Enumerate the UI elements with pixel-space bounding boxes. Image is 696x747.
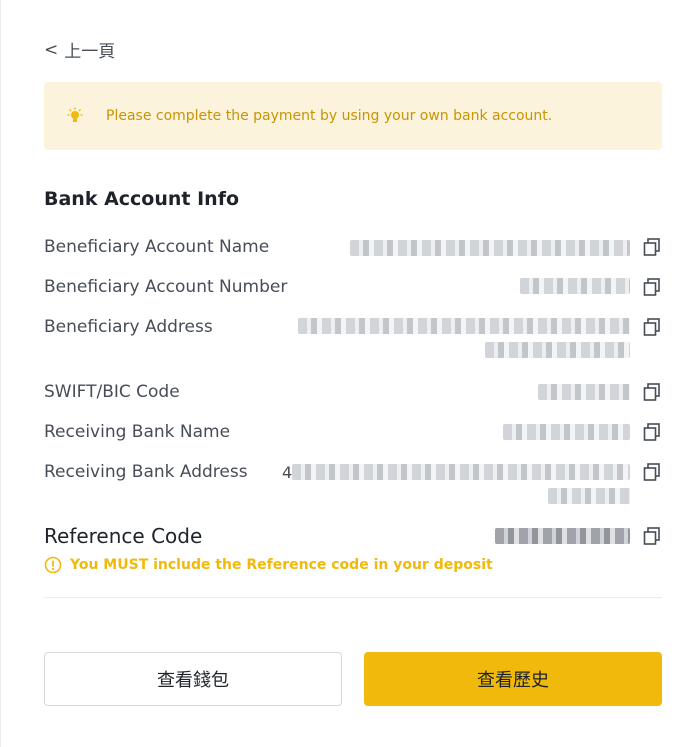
reference-warning: You MUST include the Reference code in y…	[44, 556, 493, 574]
copy-icon[interactable]	[643, 318, 661, 336]
receiving-bank-address-value-prefix: 4	[282, 463, 293, 482]
copy-icon[interactable]	[643, 423, 661, 441]
beneficiary-address-value-line1	[298, 318, 630, 334]
reference-code-title: Reference Code	[44, 524, 203, 548]
back-label: 上一頁	[64, 42, 116, 62]
beneficiary-account-number-value	[520, 278, 630, 294]
back-link[interactable]: < 上一頁	[44, 37, 116, 63]
chevron-left-icon: <	[44, 39, 59, 60]
swift-bic-code-label: SWIFT/BIC Code	[44, 382, 180, 402]
copy-icon[interactable]	[643, 463, 661, 481]
beneficiary-account-name-value	[350, 240, 630, 256]
view-history-button[interactable]: 查看歷史	[364, 652, 662, 706]
receiving-bank-address-value-line1	[292, 464, 630, 480]
reference-warning-text: You MUST include the Reference code in y…	[70, 557, 493, 573]
copy-icon[interactable]	[643, 527, 661, 545]
warning-circle-icon	[44, 556, 62, 574]
copy-icon[interactable]	[643, 238, 661, 256]
beneficiary-account-number-label: Beneficiary Account Number	[44, 277, 288, 297]
copy-icon[interactable]	[643, 383, 661, 401]
receiving-bank-name-value	[503, 424, 630, 440]
receiving-bank-name-label: Receiving Bank Name	[44, 422, 231, 442]
beneficiary-address-label: Beneficiary Address	[44, 317, 213, 337]
copy-icon[interactable]	[643, 278, 661, 296]
lightbulb-icon	[67, 107, 83, 122]
beneficiary-address-value-line2	[485, 342, 630, 358]
section-divider	[44, 597, 662, 598]
reference-code-value	[495, 528, 630, 544]
receiving-bank-address-label: Receiving Bank Address	[44, 462, 248, 482]
bank-info-title: Bank Account Info	[44, 188, 240, 210]
receiving-bank-address-value-line2	[548, 488, 630, 504]
beneficiary-account-name-label: Beneficiary Account Name	[44, 237, 270, 257]
notice-text: Please complete the payment by using you…	[106, 108, 553, 124]
view-wallet-button[interactable]: 查看錢包	[44, 652, 342, 706]
payment-notice-banner: Please complete the payment by using you…	[44, 82, 662, 150]
swift-bic-code-value	[538, 384, 630, 400]
page-left-border	[0, 0, 1, 747]
